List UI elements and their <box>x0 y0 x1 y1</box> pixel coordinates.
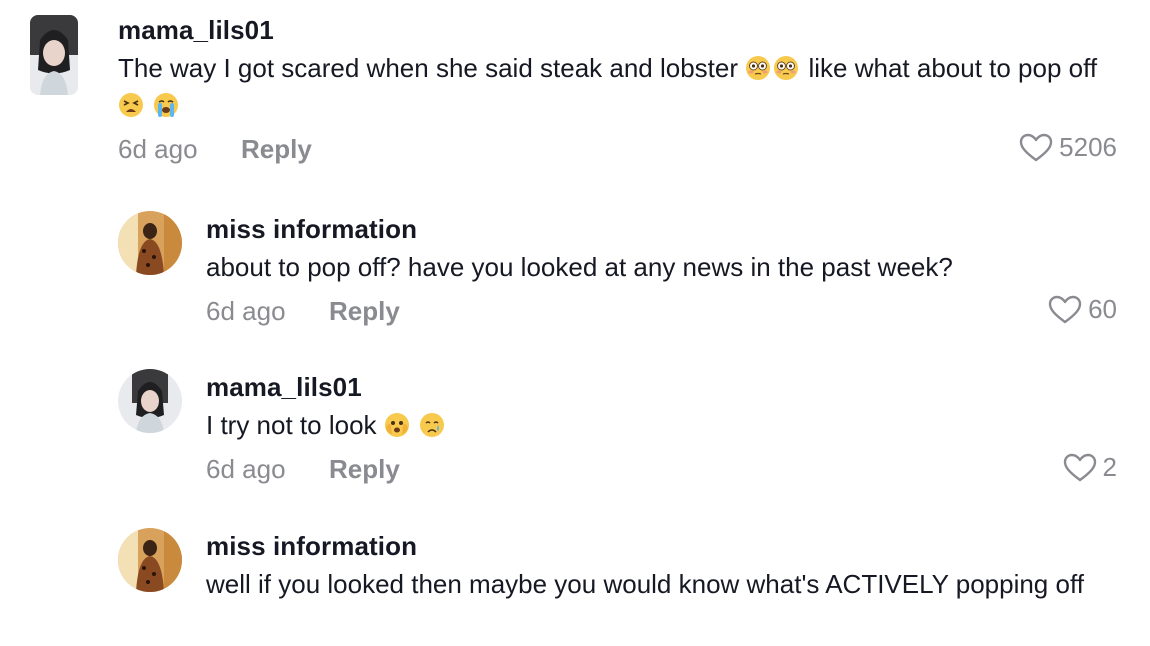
avatar-image <box>30 15 78 95</box>
comment-body: miss information well if you looked then… <box>206 531 1117 603</box>
comment-text: well if you looked then maybe you would … <box>206 569 1084 599</box>
like-count: 2 <box>1102 452 1117 482</box>
comment-body: mama_lils01 I try not to look 6d ago Rep… <box>206 372 1117 488</box>
reply-button[interactable]: Reply <box>329 296 400 327</box>
comment-body: miss information about to pop off? have … <box>206 214 1117 330</box>
like-button[interactable]: 2 <box>1063 452 1117 483</box>
loudly-crying-face-emoji-icon <box>153 90 181 120</box>
comment-text: about to pop off? have you looked at any… <box>206 252 953 282</box>
comment-username[interactable]: miss information <box>206 214 1117 244</box>
avatar-miss-information[interactable] <box>118 211 182 275</box>
flushed-face-emoji-icon <box>745 53 808 83</box>
avatar-image <box>118 369 182 433</box>
crying-face-emoji-icon <box>419 410 447 440</box>
reply-button[interactable]: Reply <box>329 454 400 485</box>
avatar-mama-lils01[interactable] <box>30 15 78 95</box>
like-count: 60 <box>1088 294 1117 324</box>
comment-text-part: I try not to look <box>206 410 377 440</box>
comment-meta: 6d ago Reply 5206 <box>118 132 1117 168</box>
comment-meta: 6d ago Reply 2 <box>206 452 1117 488</box>
comment-timestamp: 6d ago <box>118 134 198 164</box>
avatar-image <box>118 528 182 592</box>
comment-text-part: The way I got scared when she said steak… <box>118 53 739 83</box>
tired-face-emoji-icon <box>118 90 153 120</box>
comment-3: mama_lils01 I try not to look 6d ago Rep… <box>118 369 1117 492</box>
comment-text: I try not to look <box>206 407 1117 444</box>
face-holding-back-tears-emoji-icon <box>384 410 419 440</box>
comment-username[interactable]: mama_lils01 <box>118 15 1117 45</box>
heart-outline-icon <box>1048 295 1082 323</box>
comment-username[interactable]: miss information <box>206 531 1117 561</box>
comment-timestamp: 6d ago <box>206 454 286 484</box>
comment-meta: 6d ago Reply 60 <box>206 294 1117 330</box>
avatar-image <box>118 211 182 275</box>
avatar-mama-lils01[interactable] <box>118 369 182 433</box>
comment-timestamp: 6d ago <box>206 296 286 326</box>
like-count: 5206 <box>1059 132 1117 162</box>
heart-outline-icon <box>1019 133 1053 161</box>
heart-outline-icon <box>1063 453 1096 481</box>
avatar-miss-information[interactable] <box>118 528 182 592</box>
comment-4: miss information well if you looked then… <box>118 528 1117 643</box>
reply-button[interactable]: Reply <box>241 134 312 165</box>
like-button[interactable]: 60 <box>1048 294 1117 325</box>
comment-2: miss information about to pop off? have … <box>118 211 1117 334</box>
comment-text: The way I got scared when she said steak… <box>118 50 1117 124</box>
comment-1: mama_lils01 The way I got scared when sh… <box>30 15 1117 175</box>
comment-text-part: like what about to pop off <box>808 53 1098 83</box>
comment-username[interactable]: mama_lils01 <box>206 372 1117 402</box>
comment-body: mama_lils01 The way I got scared when sh… <box>118 15 1117 168</box>
like-button[interactable]: 5206 <box>1019 132 1117 163</box>
